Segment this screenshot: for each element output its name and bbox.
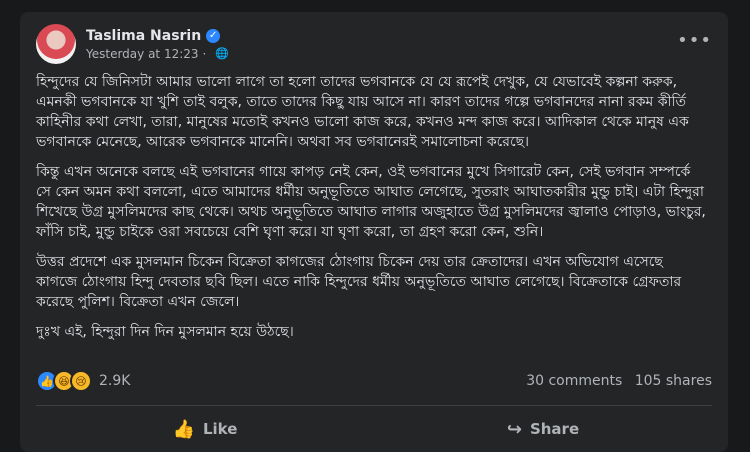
globe-icon[interactable]: 🌐 (215, 47, 229, 60)
like-button[interactable]: 👍 Like (36, 410, 374, 448)
share-icon: ↪ (506, 418, 522, 440)
author-name[interactable]: Taslima Nasrin (86, 28, 201, 44)
author-block: Taslima Nasrin ✓ Yesterday at 12:23 · 🌐 (86, 28, 229, 61)
reactions-summary[interactable]: 👍 😆 😢 2.9K (36, 370, 130, 392)
post-meta: Yesterday at 12:23 · 🌐 (86, 47, 229, 61)
sad-icon: 😢 (70, 370, 92, 392)
engagement-counts: 30 comments 105 shares (518, 373, 712, 389)
reaction-count[interactable]: 2.9K (99, 373, 130, 389)
share-label: Share (529, 420, 580, 438)
verified-icon: ✓ (206, 28, 221, 43)
post-header: Taslima Nasrin ✓ Yesterday at 12:23 · 🌐 (36, 22, 229, 66)
post-timestamp[interactable]: Yesterday at 12:23 (86, 47, 199, 61)
like-label: Like (202, 420, 238, 438)
thumbs-up-icon: 👍 (172, 418, 195, 440)
avatar[interactable] (36, 24, 76, 64)
post-paragraph: দুঃখ এই, হিন্দুরা দিন দিন মুসলমান হয়ে উ… (36, 324, 294, 340)
post-card: Taslima Nasrin ✓ Yesterday at 12:23 · 🌐 … (20, 12, 728, 452)
post-paragraph: উত্তর প্রদেশে এক মুসলমান চিকেন বিক্রেতা … (36, 254, 682, 310)
author-row: Taslima Nasrin ✓ (86, 28, 229, 44)
post-actions: 👍 Like ↪ Share (36, 410, 712, 448)
shares-count[interactable]: 105 shares (635, 373, 712, 389)
meta-separator: · (202, 46, 207, 61)
comments-count[interactable]: 30 comments (526, 373, 622, 389)
more-horizontal-icon[interactable]: ••• (677, 30, 712, 51)
post-paragraph: হিন্দুদের যে জিনিসটা আমার ভালো লাগে তা হ… (36, 74, 689, 150)
share-button[interactable]: ↪ Share (374, 410, 712, 448)
post-text: হিন্দুদের যে জিনিসটা আমার ভালো লাগে তা হ… (36, 72, 708, 352)
post-stats: 👍 😆 😢 2.9K 30 comments 105 shares (36, 370, 712, 392)
divider (36, 405, 712, 406)
post-paragraph: কিন্তু এখন অনেকে বলছে এই ভগবানের গায়ে ক… (36, 164, 706, 240)
